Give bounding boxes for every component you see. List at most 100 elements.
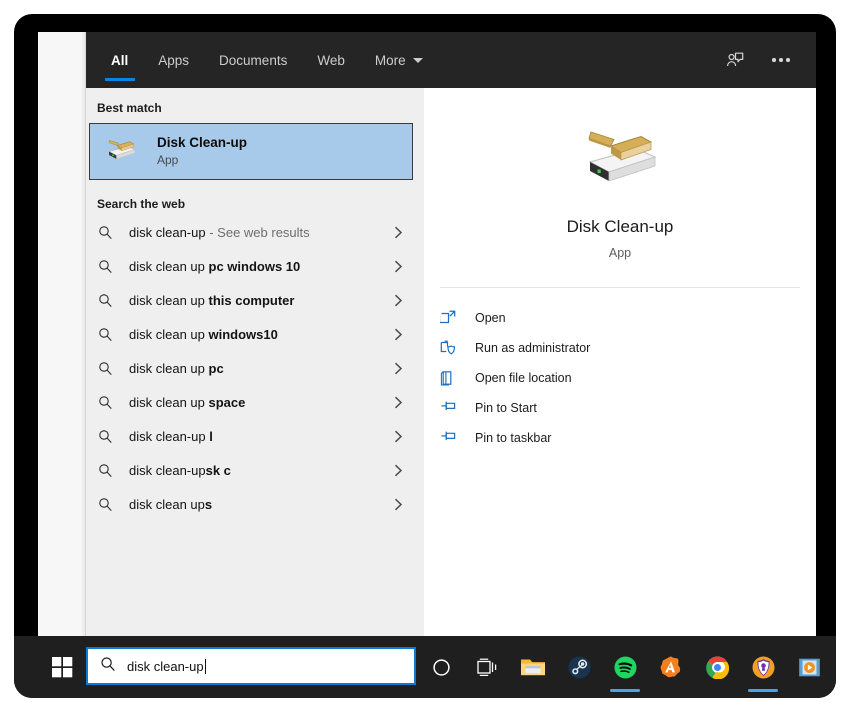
- taskbar: disk clean-up: [14, 636, 836, 698]
- text-cursor: [204, 658, 206, 674]
- tab-documents-label: Documents: [219, 52, 288, 68]
- disk-cleanup-large-icon: [577, 131, 663, 200]
- tab-apps[interactable]: Apps: [143, 32, 204, 88]
- web-suggestion-label: disk clean up this computer: [129, 292, 295, 308]
- web-suggestion-label: disk clean up space: [129, 394, 246, 410]
- tab-web-label: Web: [317, 52, 345, 68]
- taskbar-icons: [418, 636, 832, 698]
- chevron-right-icon: [390, 260, 406, 273]
- search-magnifier-icon: [98, 293, 122, 308]
- pin-icon: [440, 400, 466, 416]
- search-magnifier-icon: [98, 429, 122, 444]
- header-actions: [716, 41, 816, 79]
- best-match-text: Disk Clean-up App: [157, 134, 247, 169]
- media-player-icon[interactable]: [786, 636, 832, 698]
- chevron-right-icon: [390, 294, 406, 307]
- search-magnifier-icon: [98, 225, 122, 240]
- chevron-right-icon: [390, 464, 406, 477]
- best-match-heading: Best match: [97, 101, 162, 115]
- web-suggestion-label: disk clean up windows10: [129, 326, 278, 342]
- search-magnifier-icon: [98, 497, 122, 512]
- web-suggestion-row[interactable]: disk clean up pc: [86, 351, 416, 385]
- search-magnifier-icon: [100, 656, 116, 677]
- search-left-rail: [38, 32, 86, 636]
- preview-app-name: Disk Clean-up: [566, 217, 674, 236]
- chevron-right-icon: [390, 498, 406, 511]
- avast-secure-browser-icon[interactable]: [740, 636, 786, 698]
- preview-action-item[interactable]: Pin to Start: [440, 393, 816, 423]
- chevron-right-icon: [390, 226, 406, 239]
- tab-more[interactable]: More: [360, 32, 438, 88]
- task-view-icon[interactable]: [464, 636, 510, 698]
- preview-action-label: Run as administrator: [475, 341, 591, 355]
- tab-all[interactable]: All: [96, 32, 143, 88]
- preview-action-label: Open: [475, 311, 506, 325]
- feedback-person-icon[interactable]: [716, 41, 754, 79]
- web-suggestion-row[interactable]: disk clean-upsk c: [86, 453, 416, 487]
- google-chrome-icon[interactable]: [694, 636, 740, 698]
- web-suggestion-label: disk clean ups: [129, 496, 213, 512]
- preview-action-label: Pin to Start: [475, 401, 537, 415]
- pin-icon: [440, 430, 466, 446]
- web-suggestion-row[interactable]: disk clean-up - See web results: [86, 215, 416, 249]
- avast-icon[interactable]: [648, 636, 694, 698]
- file-explorer-icon[interactable]: [510, 636, 556, 698]
- search-filter-tabs: All Apps Documents Web More: [86, 32, 438, 88]
- web-suggestion-label: disk clean up pc: [129, 360, 224, 376]
- search-the-web-heading: Search the web: [97, 197, 186, 211]
- shield-admin-icon: [440, 340, 466, 356]
- web-suggestion-row[interactable]: disk clean up this computer: [86, 283, 416, 317]
- web-suggestion-label: disk clean-up - See web results: [129, 224, 310, 240]
- preview-header: Disk Clean-up App: [424, 88, 816, 260]
- taskbar-search-input[interactable]: disk clean-up: [86, 647, 416, 685]
- search-magnifier-icon: [98, 259, 122, 274]
- web-suggestion-row[interactable]: disk clean up windows10: [86, 317, 416, 351]
- tab-documents[interactable]: Documents: [204, 32, 302, 88]
- cortana-icon[interactable]: [418, 636, 464, 698]
- preview-action-label: Pin to taskbar: [475, 431, 552, 445]
- search-magnifier-icon: [98, 395, 122, 410]
- best-match-title: Disk Clean-up: [157, 135, 248, 150]
- chevron-right-icon: [390, 362, 406, 375]
- disk-cleanup-icon: [104, 134, 138, 169]
- web-suggestion-row[interactable]: disk clean up space: [86, 385, 416, 419]
- web-suggestion-list: disk clean-up - See web results disk clea…: [86, 215, 416, 521]
- steam-icon[interactable]: [556, 636, 602, 698]
- search-input-value-wrap: disk clean-up: [127, 658, 206, 674]
- web-suggestion-row[interactable]: disk clean-up l: [86, 419, 416, 453]
- windows-start-icon[interactable]: [38, 636, 86, 698]
- search-magnifier-icon: [98, 463, 122, 478]
- search-magnifier-icon: [98, 327, 122, 342]
- search-flyout: All Apps Documents Web More Best match D…: [38, 32, 816, 636]
- search-input-value: disk clean-up: [127, 658, 204, 674]
- tab-web[interactable]: Web: [302, 32, 360, 88]
- preview-pane: Disk Clean-up App Open Run as administrat…: [424, 88, 816, 636]
- web-suggestion-row[interactable]: disk clean ups: [86, 487, 416, 521]
- preview-action-label: Open file location: [475, 371, 572, 385]
- best-match-subtitle: App: [157, 153, 179, 167]
- search-magnifier-icon: [98, 361, 122, 376]
- preview-action-item[interactable]: Run as administrator: [440, 333, 816, 363]
- preview-action-item[interactable]: Pin to taskbar: [440, 423, 816, 453]
- web-suggestion-label: disk clean-upsk c: [129, 462, 231, 478]
- open-window-icon: [440, 310, 466, 326]
- spotify-icon[interactable]: [602, 636, 648, 698]
- tab-all-label: All: [111, 52, 129, 68]
- ellipsis-icon[interactable]: [762, 41, 800, 79]
- preview-action-item[interactable]: Open: [440, 303, 816, 333]
- web-suggestion-label: disk clean-up l: [129, 428, 213, 444]
- preview-action-item[interactable]: Open file location: [440, 363, 816, 393]
- web-suggestion-row[interactable]: disk clean up pc windows 10: [86, 249, 416, 283]
- folder-location-icon: [440, 370, 466, 386]
- preview-actions-list: Open Run as administrator Open file locati…: [424, 288, 816, 453]
- desktop-frame: All Apps Documents Web More Best match D…: [14, 14, 836, 698]
- chevron-down-icon: [412, 57, 423, 63]
- tab-more-label: More: [374, 52, 406, 68]
- search-header: All Apps Documents Web More: [86, 32, 816, 88]
- chevron-right-icon: [390, 396, 406, 409]
- web-suggestion-label: disk clean up pc windows 10: [129, 258, 301, 274]
- tab-apps-label: Apps: [158, 52, 190, 68]
- best-match-result[interactable]: Disk Clean-up App: [89, 123, 413, 180]
- chevron-right-icon: [390, 430, 406, 443]
- chevron-right-icon: [390, 328, 406, 341]
